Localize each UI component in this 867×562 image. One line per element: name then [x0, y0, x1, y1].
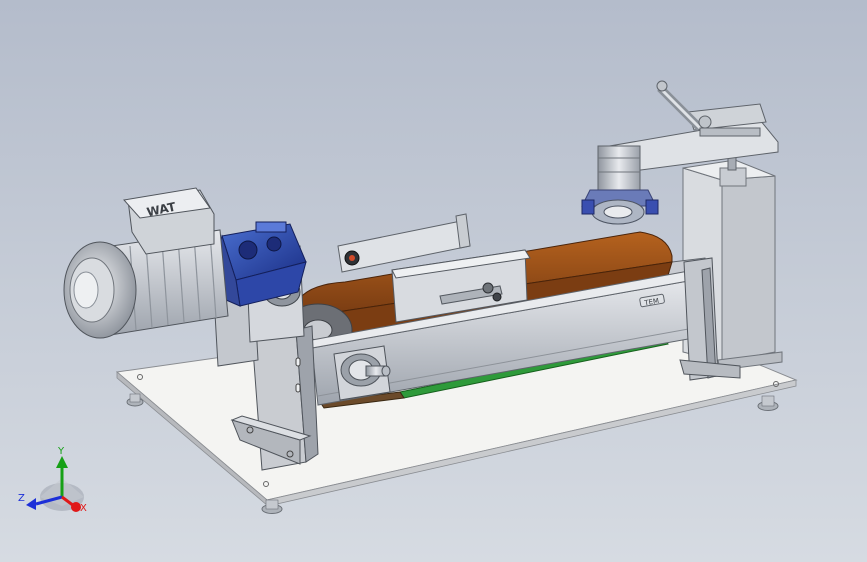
graphics-viewport[interactable]: TEM WAT Y Z X: [0, 0, 867, 562]
model-view[interactable]: TEM WAT: [0, 0, 867, 562]
gearbox[interactable]: [213, 221, 307, 307]
bearing-block[interactable]: [333, 345, 391, 401]
triad-z-label: Z: [18, 493, 25, 504]
triad-y-label: Y: [58, 446, 65, 457]
triad-x-label: X: [80, 503, 87, 514]
